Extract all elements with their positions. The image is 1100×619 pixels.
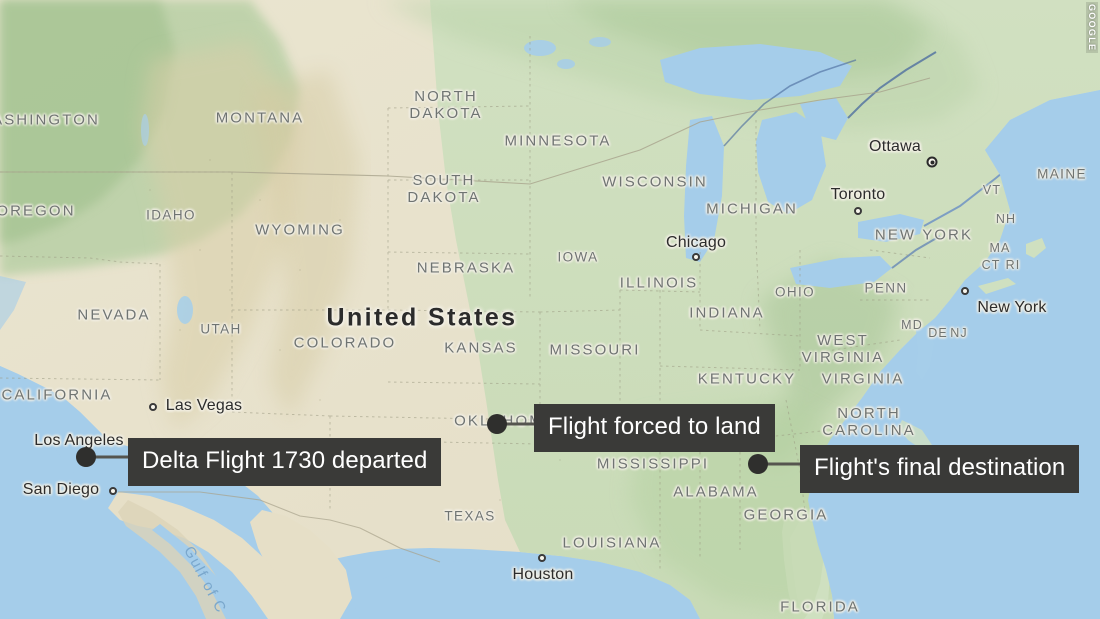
flight-point-marker[interactable] (748, 454, 768, 474)
flight-annotations-layer: Delta Flight 1730 departed Flight forced … (0, 0, 1100, 619)
google-attribution: GOOGLE (1086, 2, 1098, 54)
flight-annotation-label: Flight forced to land (534, 404, 775, 452)
flight-point-marker[interactable] (76, 447, 96, 467)
flight-annotation-label: Delta Flight 1730 departed (128, 438, 442, 486)
flight-point-marker[interactable] (487, 414, 507, 434)
map-screenshot: GOOGLE United States ASHINGTON MONTANA OREG… (0, 0, 1100, 619)
flight-annotation-label: Flight's final destination (800, 445, 1080, 493)
